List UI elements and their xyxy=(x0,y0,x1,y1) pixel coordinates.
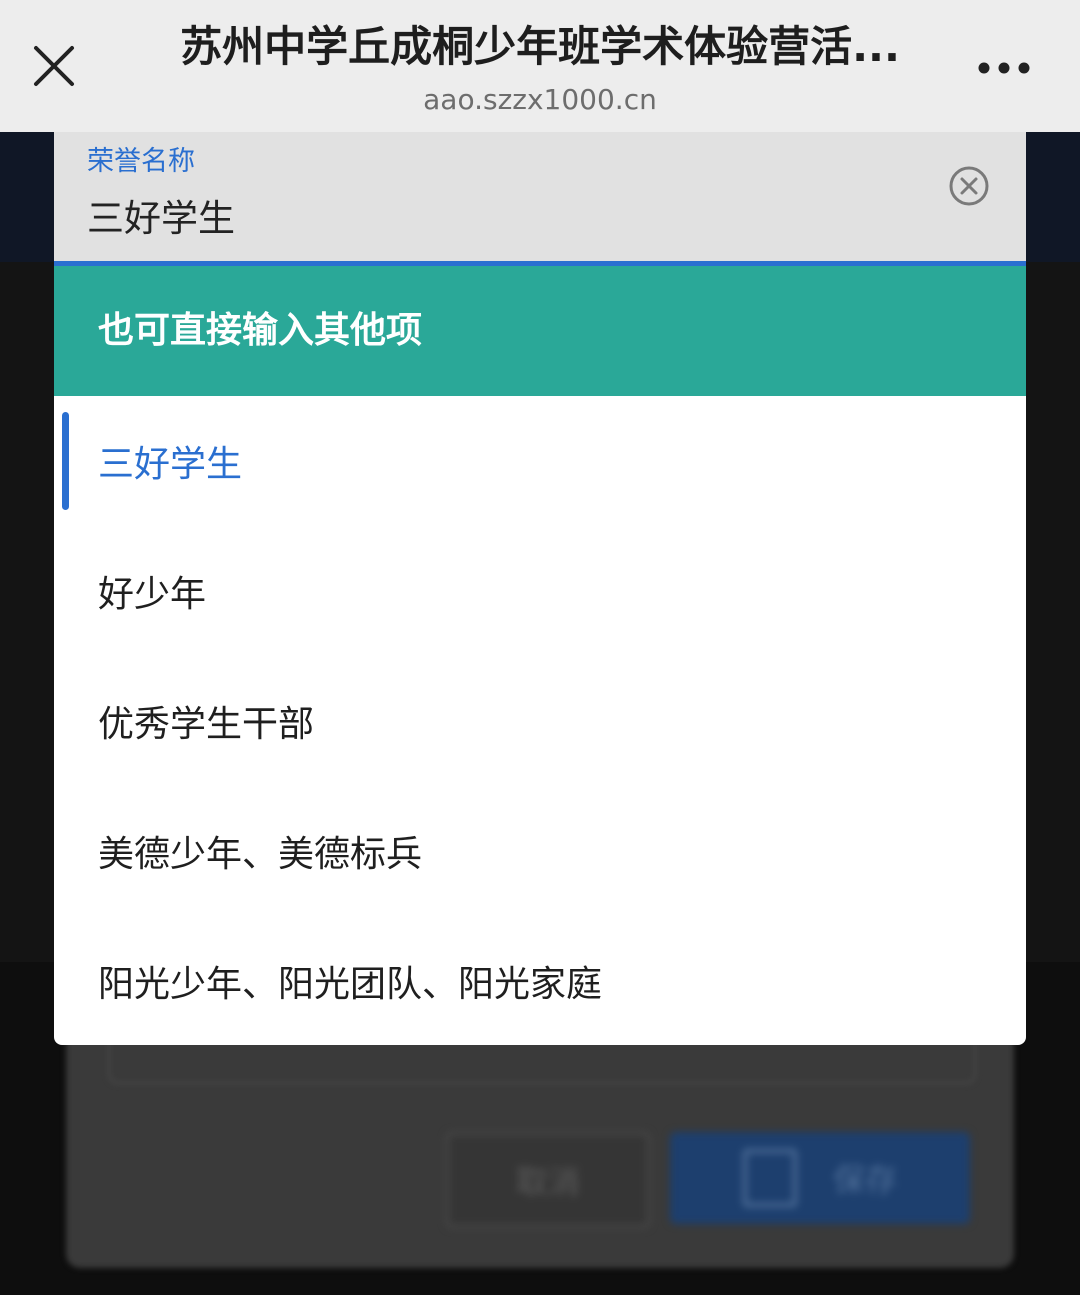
page-url: aao.szzx1000.cn xyxy=(423,83,657,116)
hint-bar: 也可直接输入其他项 xyxy=(54,266,1026,396)
save-button-label: 保存 xyxy=(832,1161,897,1199)
honor-name-label: 荣誉名称 xyxy=(87,146,195,177)
honor-name-field[interactable]: 荣誉名称 三好学生 xyxy=(54,132,1026,262)
option-label: 好少年 xyxy=(98,574,207,615)
more-dots-icon xyxy=(978,62,1030,74)
close-icon xyxy=(34,46,74,86)
hint-text: 也可直接输入其他项 xyxy=(98,310,423,351)
save-button[interactable]: 保存 xyxy=(670,1132,970,1224)
cancel-button-label: 取消 xyxy=(515,1163,580,1201)
honor-name-input[interactable]: 三好学生 xyxy=(87,194,235,244)
option-item[interactable]: 美德少年、美德标兵 xyxy=(54,786,1026,916)
option-item[interactable]: 阳光少年、阳光团队、阳光家庭 xyxy=(54,916,1026,1045)
browser-top-bar: 苏州中学丘成桐少年班学术体验营活... aao.szzx1000.cn xyxy=(0,0,1080,132)
option-label: 美德少年、美德标兵 xyxy=(98,834,423,875)
option-list: 三好学生 好少年 优秀学生干部 美德少年、美德标兵 阳光少年、阳光团队、阳光家庭 xyxy=(54,396,1026,1045)
cancel-button[interactable]: 取消 xyxy=(446,1132,650,1228)
honor-dropdown-panel: 荣誉名称 三好学生 也可直接输入其他项 三好学生 好少年 优秀学生干部 美德少年… xyxy=(54,132,1026,1045)
option-label: 阳光少年、阳光团队、阳光家庭 xyxy=(98,964,603,1005)
option-label: 优秀学生干部 xyxy=(98,704,315,745)
option-label: 三好学生 xyxy=(98,444,243,485)
page-title: 苏州中学丘成桐少年班学术体验营活... xyxy=(180,22,900,71)
more-button[interactable] xyxy=(964,40,1044,96)
save-icon xyxy=(742,1149,797,1207)
option-item[interactable]: 三好学生 xyxy=(54,396,1026,526)
option-item[interactable]: 好少年 xyxy=(54,526,1026,656)
clear-circle-icon[interactable] xyxy=(947,164,991,208)
close-button[interactable] xyxy=(22,34,86,98)
option-item[interactable]: 优秀学生干部 xyxy=(54,656,1026,786)
